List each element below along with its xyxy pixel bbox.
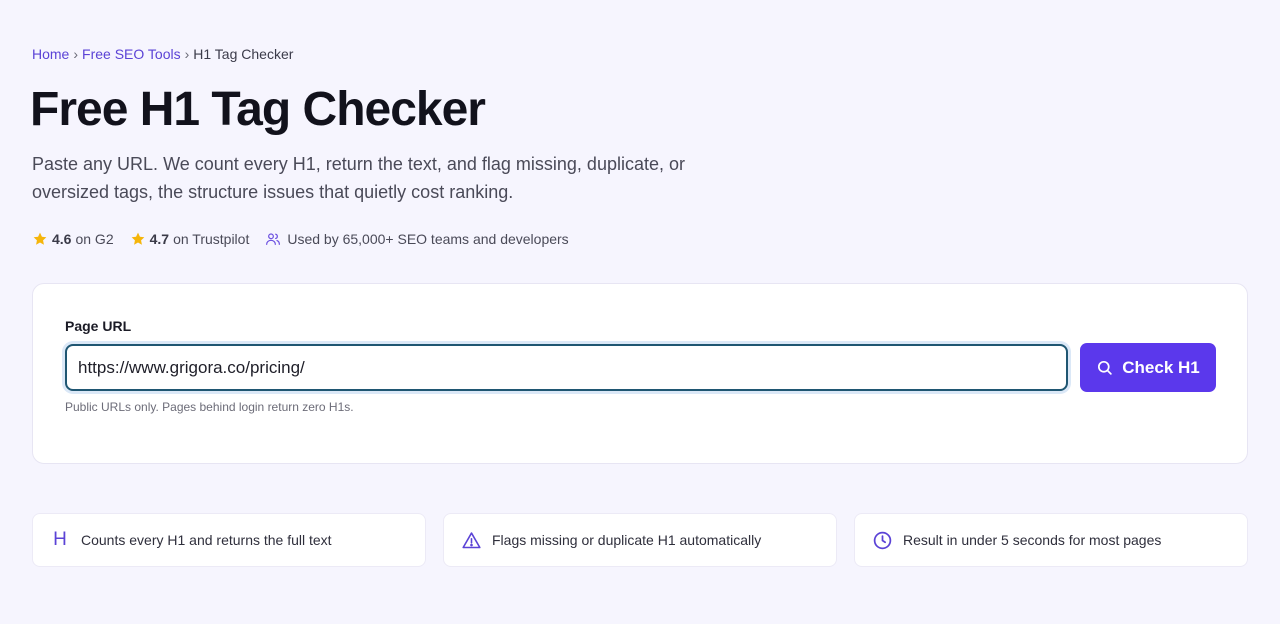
breadcrumb-current: H1 Tag Checker <box>193 46 294 62</box>
star-icon <box>33 232 47 245</box>
users-text: Used by 65,000+ SEO teams and developers <box>287 231 569 247</box>
search-icon <box>1098 360 1112 375</box>
ratings-bar: 4.6 on G2 4.7 on Trustpilot Used by 65,0… <box>32 231 585 247</box>
breadcrumb-home-link[interactable]: Home <box>32 46 69 62</box>
warning-triangle-icon <box>460 529 482 551</box>
trustpilot-label: on Trustpilot <box>173 231 250 247</box>
h-letter-icon: H <box>49 529 71 551</box>
h-letter-glyph: H <box>53 529 67 550</box>
feature-list: H Counts every H1 and returns the full t… <box>32 513 1248 567</box>
trustpilot-score: 4.7 <box>149 231 170 247</box>
feature-text: Counts every H1 and returns the full tex… <box>81 532 332 548</box>
breadcrumb-seo-tools-link[interactable]: Free SEO Tools <box>82 46 181 62</box>
users-count: Used by 65,000+ SEO teams and developers <box>265 231 569 247</box>
page-subtitle: Paste any URL. We count every H1, return… <box>32 154 685 202</box>
check-h1-button-label: Check H1 <box>1122 357 1200 377</box>
feature-card: Flags missing or duplicate H1 automatica… <box>443 513 837 567</box>
g2-score: 4.6 <box>52 231 72 247</box>
page-url-label: Page URL <box>65 318 132 334</box>
breadcrumb-separator: › <box>184 46 190 62</box>
url-hint: Public URLs only. Pages behind login ret… <box>65 400 354 414</box>
page: Home › Free SEO Tools › H1 Tag Checker F… <box>0 0 1280 624</box>
clock-icon <box>871 529 893 551</box>
page-title: Free H1 Tag Checker <box>30 83 486 136</box>
page-url-input[interactable] <box>65 344 1068 391</box>
g2-label: on G2 <box>75 231 114 247</box>
url-check-card: Page URL Check H1 Public URLs only. Page… <box>32 283 1248 464</box>
breadcrumb-separator: › <box>73 46 79 62</box>
star-icon <box>131 232 144 245</box>
check-h1-button[interactable]: Check H1 <box>1080 343 1216 392</box>
feature-card: Result in under 5 seconds for most pages <box>854 513 1248 567</box>
g2-rating: 4.6 on G2 <box>32 231 114 247</box>
trustpilot-rating: 4.7 on Trustpilot <box>130 231 250 247</box>
feature-card: H Counts every H1 and returns the full t… <box>32 513 426 567</box>
feature-text: Flags missing or duplicate H1 automatica… <box>492 532 762 548</box>
users-icon <box>266 233 281 245</box>
feature-text: Result in under 5 seconds for most pages <box>903 532 1162 548</box>
breadcrumb: Home › Free SEO Tools › H1 Tag Checker <box>32 46 293 62</box>
